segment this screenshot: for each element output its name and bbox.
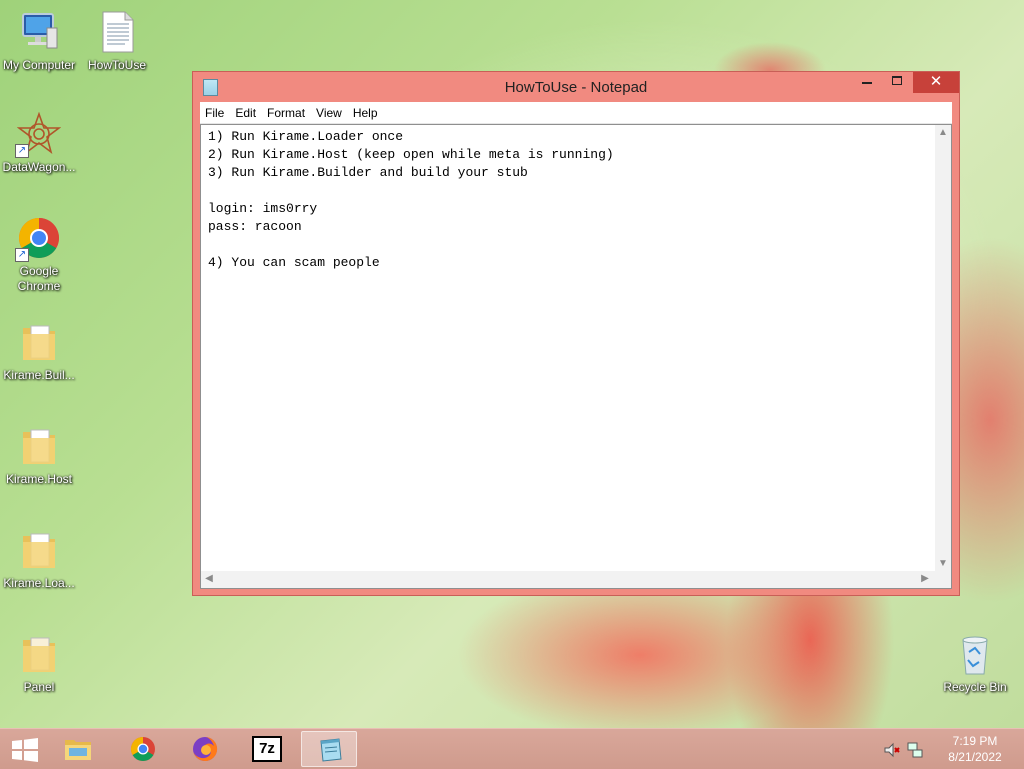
system-tray: 7:19 PM 8/21/2022 <box>884 729 1024 769</box>
chrome-icon: ↗ <box>15 216 61 262</box>
windows-logo-icon <box>12 738 38 762</box>
desktop-icon-google-chrome[interactable]: ↗ Google Chrome <box>0 216 78 294</box>
menu-format[interactable]: Format <box>262 102 311 121</box>
7zip-icon: 7z <box>252 736 282 762</box>
desktop-icon-label: Panel <box>23 680 55 694</box>
text-file-icon <box>95 10 139 54</box>
clock-time: 7:19 PM <box>952 734 998 748</box>
close-icon: ✕ <box>929 73 943 90</box>
menu-edit[interactable]: Edit <box>230 102 262 121</box>
folder-icon <box>17 632 61 676</box>
text-editor-area[interactable]: 1) Run Kirame.Loader once 2) Run Kirame.… <box>200 124 952 589</box>
file-explorer-icon <box>65 740 91 760</box>
scroll-up-icon[interactable]: ▲ <box>935 127 951 138</box>
taskbar-notepad[interactable] <box>301 731 357 767</box>
taskbar: 7z 7:19 PM 8/21/2022 <box>0 728 1024 769</box>
menu-view[interactable]: View <box>311 102 348 121</box>
folder-icon <box>17 528 61 572</box>
firefox-icon <box>193 736 218 761</box>
shortcut-arrow-icon: ↗ <box>15 248 29 262</box>
minimize-icon <box>862 82 872 84</box>
folder-icon <box>17 424 61 468</box>
document-text[interactable]: 1) Run Kirame.Loader once 2) Run Kirame.… <box>208 128 614 272</box>
desktop-icon-my-computer[interactable]: My Computer <box>0 10 78 73</box>
chrome-icon <box>130 737 155 762</box>
desktop-icon-howtouse[interactable]: HowToUse <box>78 10 156 73</box>
desktop-icon-label: DataWagon... <box>2 160 76 174</box>
taskbar-file-explorer[interactable] <box>50 731 106 767</box>
desktop-icon-recycle-bin[interactable]: Recycle Bin <box>936 632 1014 695</box>
window-title: HowToUse - Notepad <box>504 79 648 96</box>
folder-icon <box>17 320 61 364</box>
window-titlebar[interactable]: HowToUse - Notepad ✕ <box>193 72 959 102</box>
vertical-scrollbar[interactable]: ▲ ▼ <box>935 125 951 571</box>
recycle-bin-icon <box>953 632 997 676</box>
desktop-icon-label: Google Chrome <box>17 264 61 293</box>
minimize-button[interactable] <box>853 72 881 93</box>
desktop-icon-label: Kirame.Host <box>5 472 73 486</box>
datawagon-icon: ↗ <box>15 111 62 158</box>
menu-file[interactable]: File <box>200 102 230 121</box>
scroll-right-icon[interactable]: ▶ <box>917 573 933 584</box>
desktop-icon-panel[interactable]: Panel <box>0 632 78 695</box>
desktop-icon-kirame-builder[interactable]: Kirame.Buil... <box>0 320 78 383</box>
clock-date: 8/21/2022 <box>948 750 1002 764</box>
notepad-icon <box>320 738 342 762</box>
taskbar-7zip[interactable]: 7z <box>239 731 295 767</box>
desktop-icon-label: Recycle Bin <box>943 680 1007 694</box>
close-button[interactable]: ✕ <box>913 72 959 93</box>
computer-icon <box>17 10 61 54</box>
network-icon[interactable] <box>906 741 924 759</box>
desktop-icon-label: HowToUse <box>87 58 147 72</box>
menu-bar: File Edit Format View Help <box>200 102 952 124</box>
desktop-icon-label: My Computer <box>2 58 76 72</box>
desktop-icon-kirame-host[interactable]: Kirame.Host <box>0 424 78 487</box>
notepad-window: HowToUse - Notepad ✕ File Edit Format View H… <box>192 71 960 596</box>
menu-help[interactable]: Help <box>348 102 384 121</box>
maximize-icon <box>892 76 902 85</box>
scroll-down-icon[interactable]: ▼ <box>935 558 951 569</box>
shortcut-arrow-icon: ↗ <box>15 144 29 158</box>
taskbar-chrome[interactable] <box>115 731 171 767</box>
scroll-left-icon[interactable]: ◀ <box>201 573 217 584</box>
speaker-muted-icon[interactable] <box>884 742 900 758</box>
maximize-button[interactable] <box>883 72 911 93</box>
horizontal-scrollbar[interactable]: ◀ ▶ <box>201 571 935 588</box>
taskbar-firefox[interactable] <box>177 731 233 767</box>
desktop-icon-datawagon[interactable]: ↗ DataWagon... <box>0 111 78 175</box>
scrollbar-corner <box>935 571 951 588</box>
taskbar-clock[interactable]: 7:19 PM 8/21/2022 <box>940 733 1010 765</box>
desktop-icon-label: Kirame.Buil... <box>3 368 75 382</box>
start-button[interactable] <box>10 738 40 762</box>
desktop-icon-label: Kirame.Loa... <box>3 576 75 590</box>
desktop-icon-kirame-loader[interactable]: Kirame.Loa... <box>0 528 78 591</box>
